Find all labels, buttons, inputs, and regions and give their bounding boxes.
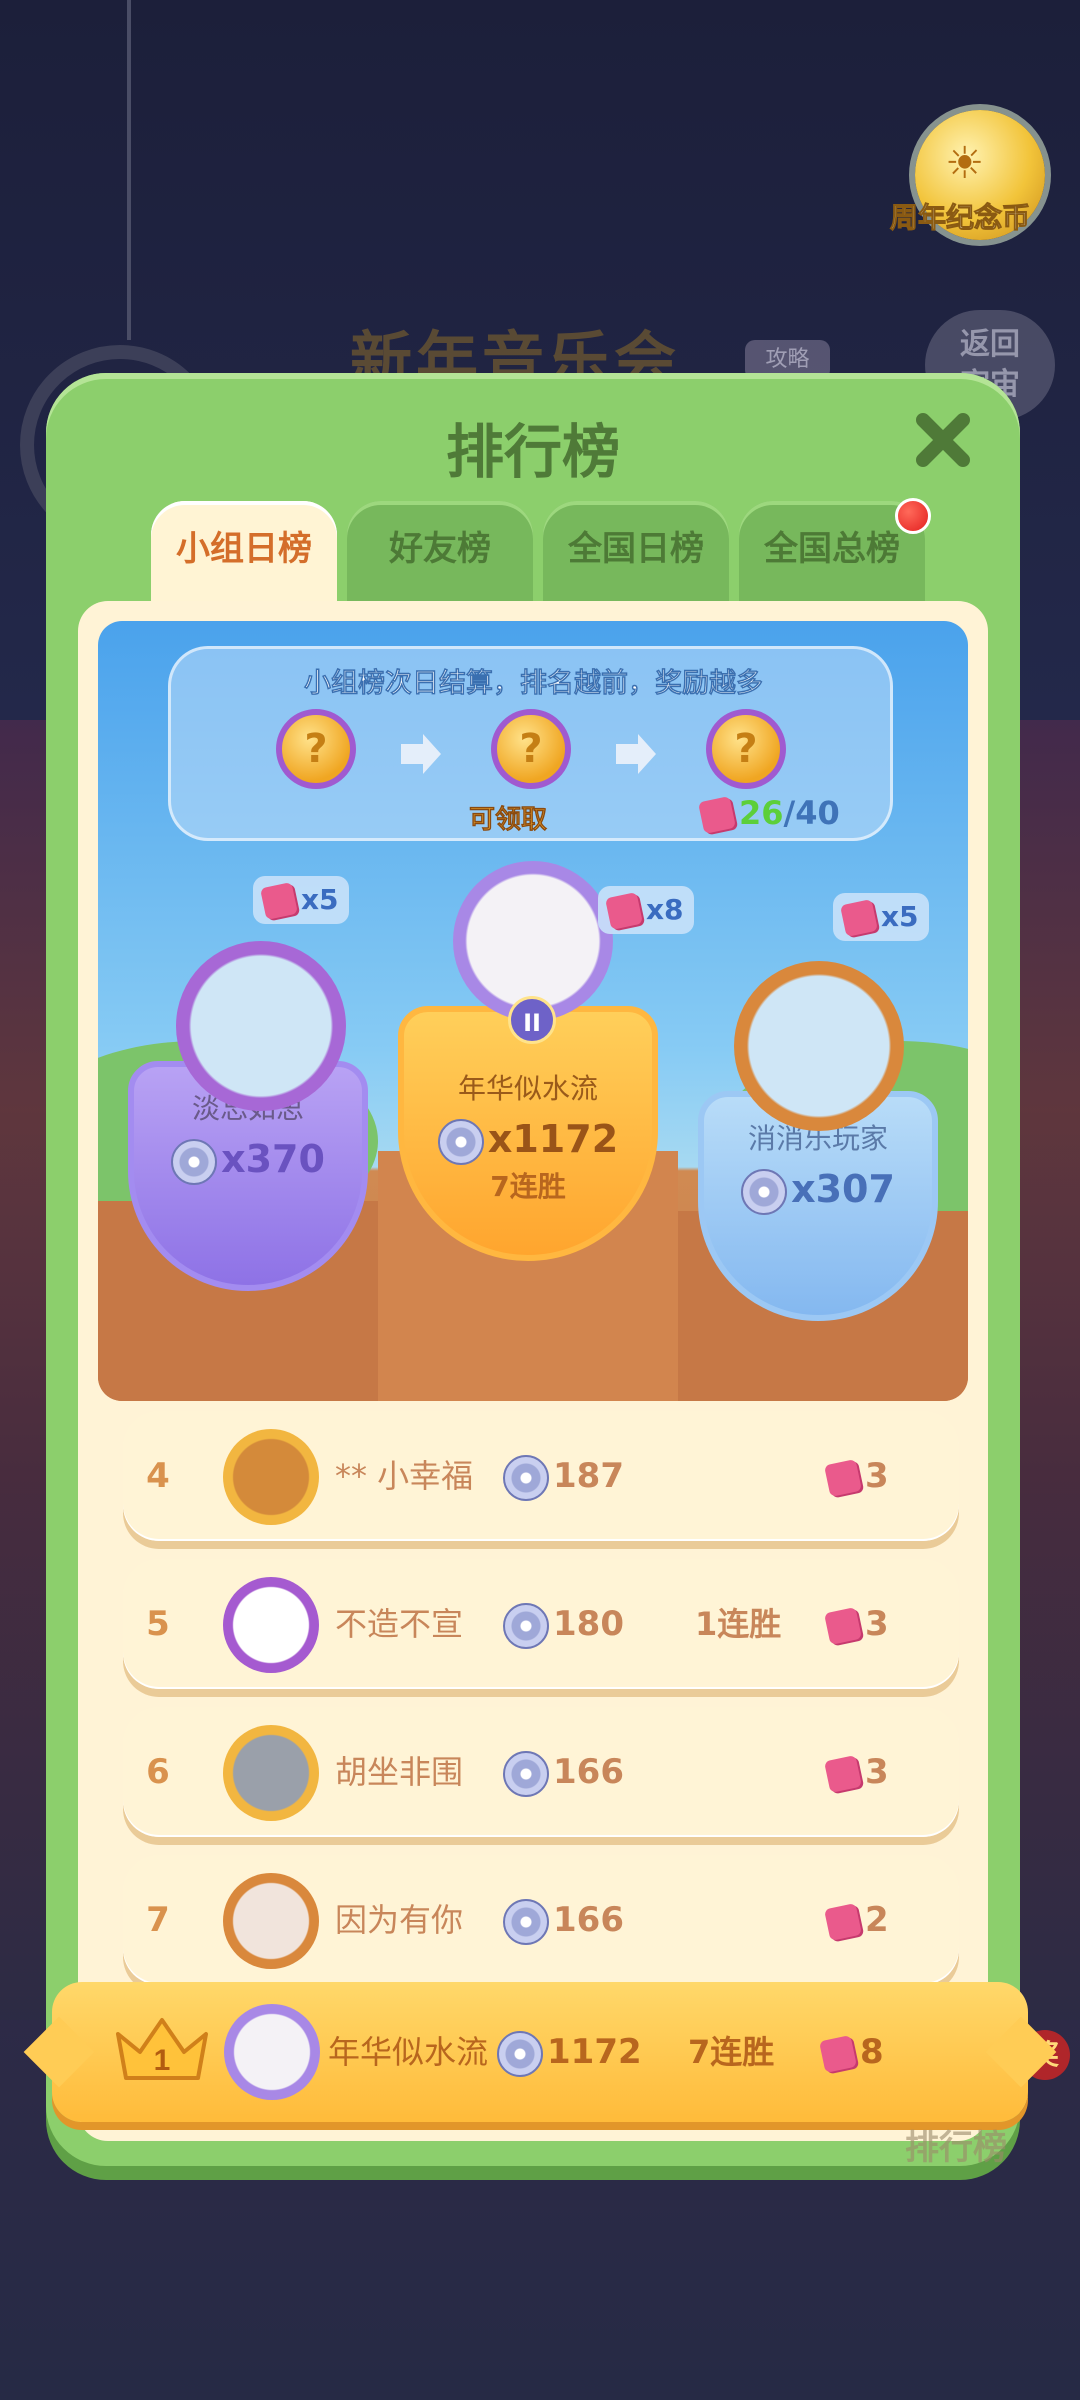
reward-progress-box: 小组榜次日结算，排名越前，奖励越多 ? ? ? 可领取 26/40 (168, 646, 893, 841)
podium-third-avatar[interactable] (734, 961, 904, 1131)
podium-first: 年华似水流 x1172 7连胜 (398, 1006, 658, 1261)
row-pieces: 3 (824, 1411, 889, 1541)
podium-third-score: x307 (704, 1167, 932, 1215)
row-rank: 7 (146, 1900, 170, 1940)
row-pieces: 3 (824, 1559, 889, 1689)
podium-first-score: x1172 (404, 1117, 652, 1165)
close-icon (916, 413, 970, 467)
row-name: 不造不宣 (335, 1605, 464, 1643)
avatar (223, 1873, 319, 1969)
podium-scene: 小组榜次日结算，排名越前，奖励越多 ? ? ? 可领取 26/40 淡忘如思 x… (98, 621, 968, 1401)
reward-chest-3[interactable]: ? (706, 709, 786, 789)
tab-group-daily[interactable]: 小组日榜 (151, 501, 337, 601)
reward-chest-1[interactable]: ? (276, 709, 356, 789)
tab-bar: 小组日榜 好友榜 全国日榜 全国总榜 (151, 501, 925, 601)
reward-hint: 小组榜次日结算，排名越前，奖励越多 (304, 668, 764, 700)
row-name: ** 小幸福 (335, 1457, 474, 1495)
podium-second-avatar[interactable] (176, 941, 346, 1111)
row-score: 180 (503, 1559, 624, 1689)
table-row[interactable]: 4 ** 小幸福 187 3 (123, 1411, 959, 1541)
reward-chest-2[interactable]: ? (491, 709, 571, 789)
tab-national-daily[interactable]: 全国日榜 (543, 501, 729, 601)
avatar (223, 1725, 319, 1821)
podium-second-pieces: x5 (253, 876, 349, 924)
row-name: 因为有你 (335, 1901, 464, 1939)
row-streak: 1连胜 (695, 1605, 782, 1643)
notification-dot (895, 498, 931, 534)
podium-first-pieces: x8 (598, 886, 694, 934)
panel-title: 排行榜 (445, 418, 620, 486)
rank-badge: II (508, 996, 556, 1044)
my-name: 年华似水流 (328, 2033, 489, 2071)
podium-first-name: 年华似水流 (457, 1072, 598, 1105)
crown-icon: 1 (116, 2018, 208, 2080)
background-rank-label: 排行榜 (905, 2128, 1007, 2168)
arrow-icon (616, 734, 656, 774)
row-rank: 5 (146, 1604, 170, 1644)
avatar (223, 1429, 319, 1525)
my-score: 1172 (497, 1982, 642, 2122)
disc-icon (171, 1138, 218, 1185)
puzzle-piece-icon (698, 796, 736, 834)
puzzle-progress: 26/40 (698, 794, 840, 834)
claimable-label: 可领取 (469, 805, 548, 836)
anniversary-coin-label: 周年纪念币 (889, 201, 1030, 235)
row-rank: 4 (146, 1456, 170, 1496)
avatar (223, 1577, 319, 1673)
my-rank-number: 1 (154, 2044, 171, 2077)
table-row[interactable]: 6 胡坐非围 166 3 (123, 1707, 959, 1837)
row-score: 166 (503, 1707, 624, 1837)
arrow-icon (401, 734, 441, 774)
row-rank: 6 (146, 1752, 170, 1792)
leaderboard-panel: 排行榜 小组日榜 好友榜 全国日榜 全国总榜 小组榜次日结算，排名越前，奖励越多… (46, 373, 1020, 2166)
row-score: 187 (503, 1411, 624, 1541)
row-pieces: 3 (824, 1707, 889, 1837)
row-pieces: 2 (824, 1855, 889, 1985)
table-row[interactable]: 7 因为有你 166 2 (123, 1855, 959, 1985)
coin-icon: ☀ (945, 138, 985, 189)
row-score: 166 (503, 1855, 624, 1985)
leaderboard-content: 小组榜次日结算，排名越前，奖励越多 ? ? ? 可领取 26/40 淡忘如思 x… (78, 601, 988, 2141)
table-row[interactable]: 5 不造不宣 180 1连胜 3 (123, 1559, 959, 1689)
podium-second-score: x370 (134, 1137, 362, 1185)
background-lamp-wire (127, 0, 131, 340)
podium-first-streak: 7连胜 (490, 1169, 566, 1203)
my-rank-row[interactable]: 1 年华似水流 1172 7连胜 8 (52, 1982, 1028, 2122)
row-name: 胡坐非围 (335, 1753, 464, 1791)
avatar (224, 2004, 320, 2100)
tab-friends[interactable]: 好友榜 (347, 501, 533, 601)
close-button[interactable] (906, 403, 980, 477)
my-pieces: 8 (819, 1982, 884, 2122)
podium-third-pieces: x5 (833, 893, 929, 941)
my-streak: 7连胜 (688, 2033, 775, 2071)
